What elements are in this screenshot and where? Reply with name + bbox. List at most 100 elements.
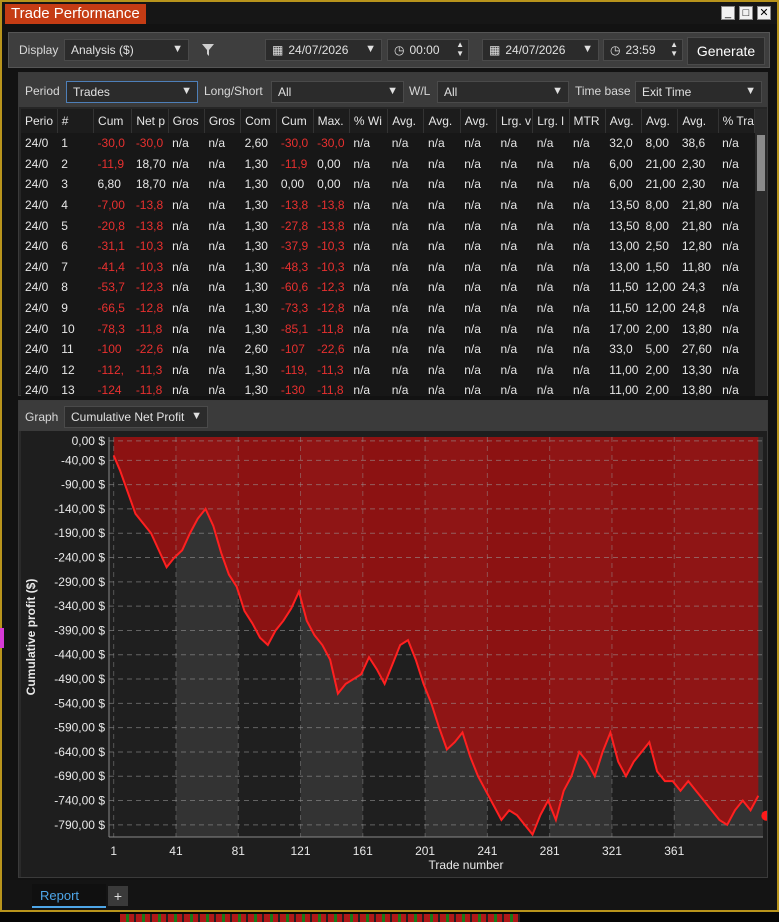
graph-type-value: Cumulative Net Profit [71,410,185,424]
table-cell: n/a [427,177,445,192]
table-cell: n/a [722,383,739,396]
table-row[interactable]: 24/0 6 -31,1 -10,3 n/a n/a 1,30 -37,9 -10,3 n/a n/… [21,236,755,257]
column-header[interactable]: Avg. [460,109,497,133]
table-cell: 2 [61,156,68,171]
clock-icon: ◷ [610,43,621,57]
column-header[interactable]: MTR [569,109,606,133]
maximize-button[interactable]: □ [739,6,753,20]
table-row[interactable]: 24/0 2 -11,9 18,70 n/a n/a 1,30 -11,9 0,00 n/a n/a… [21,154,755,175]
table-cell: n/a [464,136,481,151]
table-cell: n/a [573,218,590,233]
table-cell: n/a [573,239,590,254]
table-row[interactable]: 24/0 13 -124 -11,8 n/a n/a 1,30 -130 -11,8 n/a n/a… [21,380,755,396]
table-cell: 1,30 [244,198,268,213]
start-date-picker[interactable]: ▦ 24/07/2026 ▼ [265,39,382,61]
column-header[interactable]: Perio [21,109,58,133]
table-row[interactable]: 24/0 8 -53,7 -12,3 n/a n/a 1,30 -60,6 -12,3 n/a n/… [21,277,755,298]
table-cell: n/a [573,342,590,357]
start-time-picker[interactable]: ◷ 00:00 ▲ ▼ [387,39,469,61]
display-dropdown[interactable]: Analysis ($) ▼ [64,39,189,61]
display-label: Display [19,43,59,57]
column-header[interactable]: % Tra [718,109,755,133]
longshort-dropdown[interactable]: All ▼ [271,81,404,103]
spinner-icon[interactable]: ▲ ▼ [670,40,678,58]
table-cell: n/a [500,301,518,316]
table-cell: n/a [722,136,739,151]
table-cell: 2,50 [645,239,669,254]
end-date-picker[interactable]: ▦ 24/07/2026 ▼ [482,39,599,61]
table-cell: 21,80 [681,198,712,213]
table-cell: 5 [61,218,68,233]
wl-dropdown[interactable]: All ▼ [437,81,569,103]
timebase-dropdown[interactable]: Exit Time ▼ [635,81,762,103]
table-cell: n/a [353,301,371,316]
graph-type-dropdown[interactable]: Cumulative Net Profit ▼ [64,406,208,428]
column-header[interactable]: % Wi [349,109,389,133]
column-header[interactable]: Avg. [677,109,719,133]
minimize-button[interactable]: _ [721,6,735,20]
table-cell: n/a [573,362,590,377]
column-header[interactable]: Avg. [423,109,461,133]
chevron-down-icon: ▼ [191,410,202,422]
table-row[interactable]: 24/0 10 -78,3 -11,8 n/a n/a 1,30 -85,1 -11,8 n/a n… [21,318,755,339]
table-row[interactable]: 24/0 11 -100 -22,6 n/a n/a 2,60 -107 -22,6 n/a n/a… [21,339,755,360]
column-header[interactable]: Net p [131,109,169,133]
column-header[interactable]: Com [240,109,278,133]
table-cell: -85,1 [280,321,309,336]
end-time-picker[interactable]: ◷ 23:59 ▲ ▼ [603,39,683,61]
table-cell: 13,50 [609,218,640,233]
y-tick-label: -440,00 $ [54,648,105,662]
table-cell: 13,30 [681,362,712,377]
column-header[interactable]: Max. [313,109,350,133]
table-cell: 2,00 [645,362,669,377]
table-cell: 2,60 [244,342,268,357]
table-cell: n/a [427,198,445,213]
scrollbar-thumb[interactable] [757,135,765,191]
add-tab-button[interactable]: + [108,886,128,906]
tab-report[interactable]: Report [32,884,106,908]
filter-icon[interactable] [201,43,215,57]
table-row[interactable]: 24/0 1 -30,0 -30,0 n/a n/a 2,60 -30,0 -30,0 n/a n/… [21,133,755,154]
table-scrollbar[interactable] [755,109,767,396]
column-header[interactable]: # [57,109,95,133]
table-cell: -12,3 [317,280,345,295]
table-row[interactable]: 24/0 7 -41,4 -10,3 n/a n/a 1,30 -48,3 -10,3 n/a n/… [21,257,755,278]
column-header[interactable]: Gros [168,109,205,133]
column-header[interactable]: Avg. [641,109,679,133]
generate-button[interactable]: Generate [687,37,765,65]
column-header[interactable]: Avg. [605,109,643,133]
table-cell: -22,6 [135,342,164,357]
table-cell: n/a [722,156,739,171]
column-header[interactable]: Lrg. l [532,109,570,133]
table-cell: n/a [391,301,409,316]
table-cell: 13,00 [609,239,640,254]
table-cell: n/a [172,362,189,377]
table-cell: n/a [722,362,739,377]
table-row[interactable]: 24/0 4 -7,00 -13,8 n/a n/a 1,30 -13,8 -13,8 n/a n/… [21,195,755,216]
filter-bar: Period Trades ▼ Long/Short All ▼ W/L All ▼ … [19,73,767,107]
period-dropdown[interactable]: Trades ▼ [66,81,198,103]
table-cell: 6,00 [609,156,633,171]
column-header[interactable]: Avg. [387,109,425,133]
column-header[interactable]: Cum [93,109,133,133]
chevron-down-icon: ▼ [582,43,593,55]
close-button[interactable]: ✕ [757,6,771,20]
table-row[interactable]: 24/0 12 -112, -11,3 n/a n/a 1,30 -119, -11,3 n/a n… [21,360,755,381]
table-row[interactable]: 24/0 3 6,80 18,70 n/a n/a 1,30 0,00 0,00 n/a n/a n/… [21,174,755,195]
table-row[interactable]: 24/0 9 -66,5 -12,8 n/a n/a 1,30 -73,3 -12,8 n/a n/… [21,298,755,319]
table-row[interactable]: 24/0 5 -20,8 -13,8 n/a n/a 1,30 -27,8 -13,8 n/a n/… [21,215,755,236]
table-cell: n/a [353,362,371,377]
y-tick-label: -590,00 $ [54,721,105,735]
table-cell: 24/0 [25,156,49,171]
table-cell: n/a [353,156,371,171]
column-header[interactable]: Gros [204,109,242,133]
spinner-icon[interactable]: ▲ ▼ [456,40,464,58]
column-header[interactable]: Lrg. v [496,109,534,133]
table-cell: 21,80 [681,218,712,233]
table-cell: 17,00 [609,321,640,336]
column-header[interactable]: Cum [276,109,314,133]
table-cell: n/a [427,383,445,396]
y-axis-title: Cumulative profit ($) [24,579,38,696]
bottom-tab-bar: Report + [2,880,777,910]
table-cell: n/a [536,239,554,254]
